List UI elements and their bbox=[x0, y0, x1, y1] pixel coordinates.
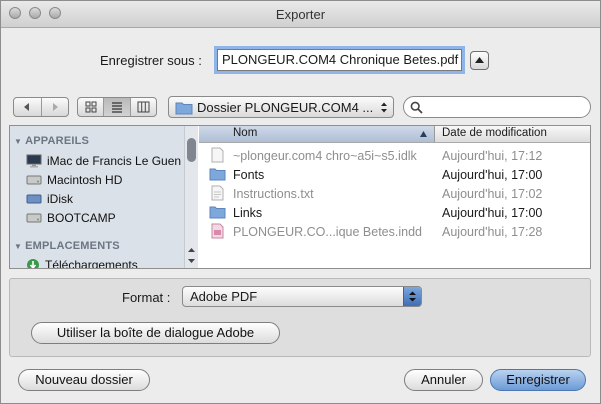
folder-icon bbox=[175, 102, 193, 115]
folder-icon bbox=[209, 206, 226, 219]
sidebar-item-bootcamp[interactable]: BOOTCAMP bbox=[26, 209, 116, 227]
file-date: Aujourd'hui, 17:00 bbox=[442, 205, 543, 220]
view-mode-control bbox=[77, 97, 157, 117]
column-view-button[interactable] bbox=[131, 98, 156, 116]
sidebar-item-label: Téléchargements bbox=[45, 258, 138, 268]
file-row: ~plongeur.com4 chro~a5i~s5.idlk Aujourd'… bbox=[199, 146, 590, 165]
save-button[interactable]: Enregistrer bbox=[490, 369, 586, 391]
export-dialog: Exporter Enregistrer sous : PLONGEUR.COM… bbox=[0, 0, 601, 404]
file-name: Links bbox=[233, 205, 263, 220]
sidebar-item-label: Macintosh HD bbox=[47, 173, 123, 187]
back-forward-control bbox=[13, 97, 69, 117]
sidebar-item-macintosh-hd[interactable]: Macintosh HD bbox=[26, 171, 122, 189]
file-row[interactable]: Fonts Aujourd'hui, 17:00 bbox=[199, 165, 590, 184]
file-name: Fonts bbox=[233, 167, 265, 182]
column-header-name[interactable]: Nom bbox=[199, 126, 435, 142]
format-label: Format : bbox=[122, 290, 171, 305]
folder-path-popup[interactable]: Dossier PLONGEUR.COM4 ... bbox=[168, 96, 394, 118]
sidebar-section-devices[interactable]: ▼ APPAREILS bbox=[14, 135, 89, 147]
document-icon bbox=[211, 147, 224, 163]
text-document-icon bbox=[211, 185, 224, 201]
forward-button[interactable] bbox=[42, 98, 69, 116]
title-bar: Exporter bbox=[1, 1, 600, 28]
list-view-button[interactable] bbox=[104, 98, 131, 116]
scroll-arrows-icon[interactable] bbox=[187, 246, 196, 266]
file-date: Aujourd'hui, 17:28 bbox=[442, 224, 543, 239]
format-popup[interactable]: Adobe PDF bbox=[182, 286, 422, 307]
file-list-header: Nom Date de modification bbox=[199, 126, 590, 143]
grid-icon bbox=[85, 101, 97, 113]
filename-field[interactable]: PLONGEUR.COM4 Chronique Betes.pdf bbox=[217, 49, 462, 71]
folder-icon bbox=[209, 168, 226, 181]
file-row: Instructions.txt Aujourd'hui, 17:02 bbox=[199, 184, 590, 203]
downloads-icon bbox=[27, 259, 39, 268]
file-row[interactable]: Links Aujourd'hui, 17:00 bbox=[199, 203, 590, 222]
sidebar-section-title: EMPLACEMENTS bbox=[25, 240, 120, 252]
icon-view-button[interactable] bbox=[78, 98, 105, 116]
file-name: ~plongeur.com4 chro~a5i~s5.idlk bbox=[233, 148, 417, 163]
search-field[interactable] bbox=[403, 96, 591, 118]
chevron-updown-icon bbox=[381, 102, 387, 113]
list-icon bbox=[111, 102, 122, 113]
folder-path-label: Dossier PLONGEUR.COM4 ... bbox=[197, 100, 374, 115]
triangle-up-icon bbox=[475, 57, 484, 63]
adobe-dialog-button[interactable]: Utiliser la boîte de dialogue Adobe bbox=[31, 322, 280, 344]
sidebar-item-label: iDisk bbox=[47, 192, 73, 206]
file-list: Nom Date de modification ~plongeur.com4 … bbox=[199, 126, 590, 268]
disclosure-triangle-icon: ▼ bbox=[14, 137, 23, 146]
columns-icon bbox=[137, 101, 150, 113]
disclosure-triangle-icon: ▼ bbox=[14, 242, 23, 251]
file-name: Instructions.txt bbox=[233, 186, 314, 201]
sidebar-item-downloads[interactable]: Téléchargements bbox=[26, 256, 138, 268]
imac-icon bbox=[26, 154, 42, 168]
sidebar-scroll-thumb[interactable] bbox=[187, 138, 196, 162]
file-name: PLONGEUR.CO...ique Betes.indd bbox=[233, 224, 422, 239]
expand-toggle-button[interactable] bbox=[470, 51, 489, 70]
back-arrow-icon bbox=[24, 103, 30, 111]
search-icon bbox=[410, 101, 423, 114]
column-header-date[interactable]: Date de modification bbox=[442, 127, 547, 139]
sidebar-item-label: iMac de Francis Le Guen bbox=[47, 154, 182, 168]
save-as-label: Enregistrer sous : bbox=[100, 53, 202, 68]
sidebar-item-idisk[interactable]: iDisk bbox=[26, 190, 73, 208]
sidebar-section-title: APPAREILS bbox=[25, 135, 90, 147]
cancel-button[interactable]: Annuler bbox=[404, 369, 483, 391]
file-browser: ▼ APPAREILS iMac de Francis Le Guen Macin… bbox=[9, 125, 591, 269]
hard-drive-icon bbox=[26, 175, 42, 185]
new-folder-button[interactable]: Nouveau dossier bbox=[18, 369, 150, 391]
window-title: Exporter bbox=[275, 7, 326, 22]
format-value: Adobe PDF bbox=[190, 289, 258, 304]
sidebar-item-label: BOOTCAMP bbox=[47, 211, 116, 225]
chevron-updown-icon bbox=[409, 291, 416, 302]
file-date: Aujourd'hui, 17:00 bbox=[442, 167, 543, 182]
indesign-document-icon bbox=[211, 223, 224, 239]
file-date: Aujourd'hui, 17:02 bbox=[442, 186, 543, 201]
sidebar-item-imac[interactable]: iMac de Francis Le Guen bbox=[26, 152, 181, 170]
format-popup-arrows bbox=[403, 287, 421, 306]
sidebar-scrollbar[interactable] bbox=[184, 126, 198, 268]
forward-arrow-icon bbox=[52, 103, 58, 111]
hard-drive-icon bbox=[26, 213, 42, 223]
back-button[interactable] bbox=[14, 98, 42, 116]
file-row: PLONGEUR.CO...ique Betes.indd Aujourd'hu… bbox=[199, 222, 590, 241]
sort-ascending-icon bbox=[420, 131, 427, 137]
sidebar-section-places[interactable]: ▼ EMPLACEMENTS bbox=[14, 240, 120, 252]
column-name-label: Nom bbox=[233, 127, 258, 139]
file-date: Aujourd'hui, 17:12 bbox=[442, 148, 543, 163]
idisk-icon bbox=[26, 194, 42, 204]
sidebar: ▼ APPAREILS iMac de Francis Le Guen Macin… bbox=[10, 126, 198, 268]
